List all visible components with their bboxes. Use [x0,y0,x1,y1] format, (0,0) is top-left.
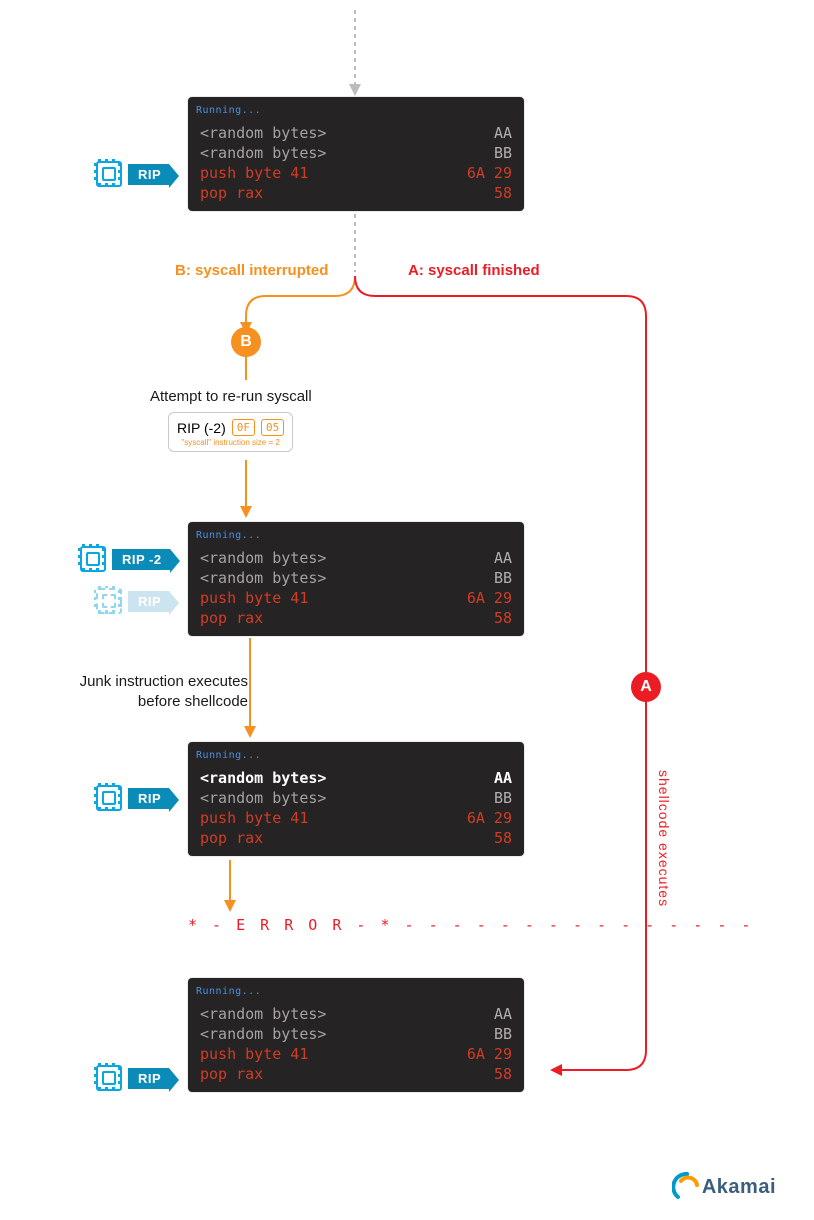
terminal-4: Running... <random bytes> AA <random byte… [188,978,524,1092]
t1-l2h: BB [494,143,512,163]
t4-l4: pop rax [200,1064,263,1084]
rip-minus-2-label: RIP -2 [112,549,170,570]
rerun-chip-text: RIP (-2) [177,420,226,436]
t1-l1: <random bytes> [200,123,326,143]
terminal-3: Running... <random bytes> AA <random byte… [188,742,524,856]
t3-l2: <random bytes> [200,788,326,808]
rip-chip-1: RIP [96,162,169,186]
rip-chip-3: RIP [96,786,169,810]
t2-l2: <random bytes> [200,568,326,588]
rerun-byte-2: 05 [261,419,284,436]
t3-l3: push byte 41 [200,808,308,828]
cpu-icon [80,546,106,572]
cpu-icon [96,588,122,614]
t2-l1: <random bytes> [200,548,326,568]
t4-l2h: BB [494,1024,512,1044]
t3-l3h: 6A 29 [467,808,512,828]
t2-l3: push byte 41 [200,588,308,608]
t3-l1: <random bytes> [200,768,326,788]
branch-a-label: A: syscall finished [408,262,540,279]
rerun-byte-1: 0F [232,419,255,436]
t1-l2: <random bytes> [200,143,326,163]
t2-l2h: BB [494,568,512,588]
t3-l4: pop rax [200,828,263,848]
t4-l2: <random bytes> [200,1024,326,1044]
t4-l3: push byte 41 [200,1044,308,1064]
rip-label: RIP [128,788,169,809]
junk-note-line2: before shellcode [138,693,248,710]
t2-l1h: AA [494,548,512,568]
t4-l1: <random bytes> [200,1004,326,1024]
shellcode-executes-label: shellcode executes [656,770,672,907]
t1-l4: pop rax [200,183,263,203]
t1-l3h: 6A 29 [467,163,512,183]
akamai-wordmark: Akamai [702,1176,776,1199]
rip-chip-ghost: RIP [96,589,169,613]
rip-chip-4: RIP [96,1066,169,1090]
junk-note-line1: Junk instruction executes [80,673,248,690]
cpu-icon [96,1065,122,1091]
terminal-1: Running... <random bytes> AA <random byte… [188,97,524,211]
rerun-title: Attempt to re-run syscall [150,388,312,405]
rerun-box: RIP (-2) 0F 05 "syscall" instruction siz… [168,412,293,452]
t3-l2h: BB [494,788,512,808]
diagram-canvas: B: syscall interrupted A: syscall finish… [0,0,814,1220]
terminal-running: Running... [188,97,524,121]
akamai-swoosh-icon [672,1172,702,1202]
t3-l1h: AA [494,768,512,788]
terminal-running: Running... [188,978,524,1002]
t4-l1h: AA [494,1004,512,1024]
terminal-2: Running... <random bytes> AA <random byte… [188,522,524,636]
rip-label: RIP [128,591,169,612]
t4-l3h: 6A 29 [467,1044,512,1064]
t2-l4h: 58 [494,608,512,628]
t2-l3h: 6A 29 [467,588,512,608]
branch-b-badge: B [231,327,261,357]
t1-l1h: AA [494,123,512,143]
branch-b-label: B: syscall interrupted [175,262,328,279]
junk-note: Junk instruction executes before shellco… [28,672,248,712]
t4-l4h: 58 [494,1064,512,1084]
rip-label: RIP [128,164,169,185]
rip-label: RIP [128,1068,169,1089]
t1-l3: push byte 41 [200,163,308,183]
cpu-icon [96,785,122,811]
t3-l4h: 58 [494,828,512,848]
branch-a-badge: A [631,672,661,702]
rip-minus-2-chip: RIP -2 [80,547,170,571]
cpu-icon [96,161,122,187]
terminal-running: Running... [188,522,524,546]
rerun-sub: "syscall" instruction size = 2 [177,438,284,447]
terminal-running: Running... [188,742,524,766]
akamai-logo: Akamai [672,1172,776,1202]
t1-l4h: 58 [494,183,512,203]
t2-l4: pop rax [200,608,263,628]
error-line: * - E R R O R - * - - - - - - - - - - - … [188,916,753,934]
